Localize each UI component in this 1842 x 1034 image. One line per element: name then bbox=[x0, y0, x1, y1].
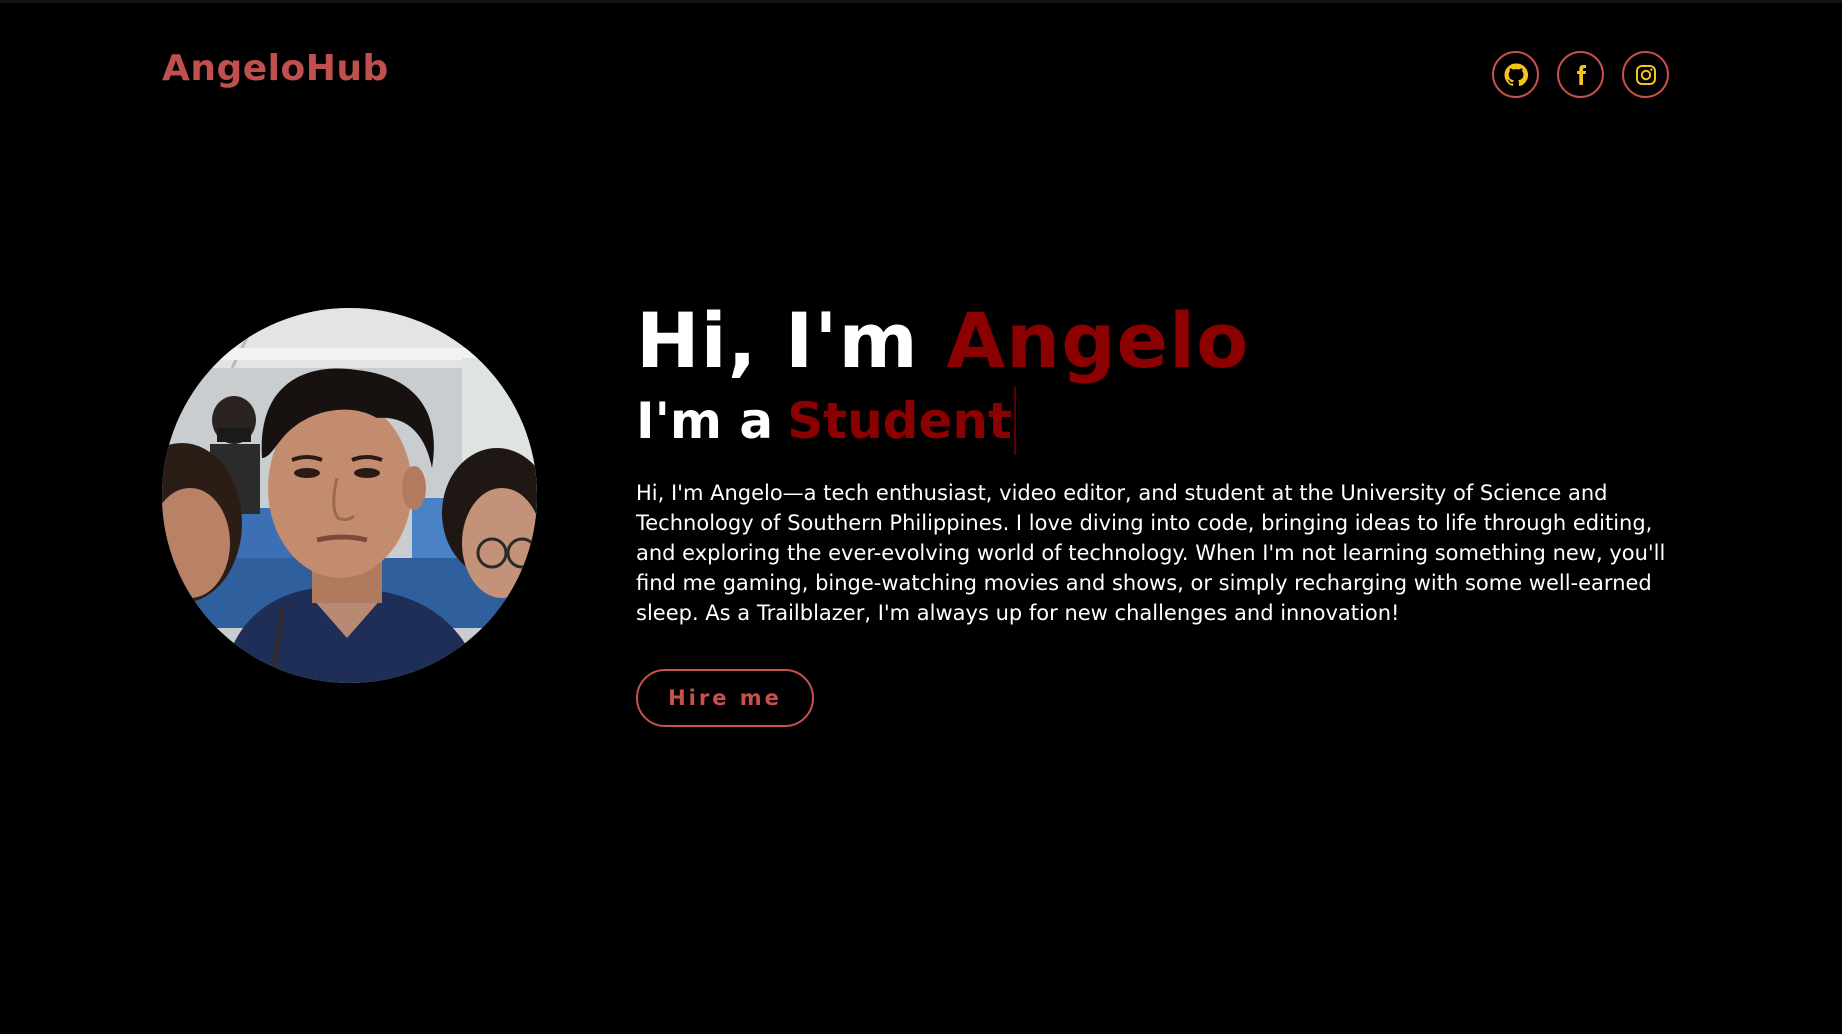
facebook-icon bbox=[1576, 64, 1586, 85]
hero-greeting: Hi, I'm bbox=[636, 296, 947, 385]
typed-role: Student bbox=[787, 392, 1012, 450]
hero-subtitle: I'm a Student bbox=[636, 386, 1676, 456]
hero-title: Hi, I'm Angelo bbox=[636, 296, 1676, 386]
role-prefix: I'm a bbox=[636, 392, 774, 450]
site-header: AngeloHub bbox=[0, 0, 1842, 150]
github-icon bbox=[1504, 62, 1528, 86]
profile-photo bbox=[162, 308, 537, 683]
facebook-link[interactable] bbox=[1557, 51, 1604, 98]
instagram-link[interactable] bbox=[1622, 51, 1669, 98]
typing-cursor bbox=[1013, 387, 1016, 455]
site-logo[interactable]: AngeloHub bbox=[162, 48, 389, 89]
hero-name: Angelo bbox=[946, 296, 1250, 385]
github-link[interactable] bbox=[1492, 51, 1539, 98]
social-links bbox=[1492, 51, 1669, 98]
hire-me-button[interactable]: Hire me bbox=[636, 669, 814, 727]
instagram-icon bbox=[1635, 64, 1656, 85]
hero-section: Hi, I'm Angelo I'm a Student Hi, I'm Ang… bbox=[636, 296, 1676, 727]
bio-paragraph: Hi, I'm Angelo—a tech enthusiast, video … bbox=[636, 481, 1666, 625]
